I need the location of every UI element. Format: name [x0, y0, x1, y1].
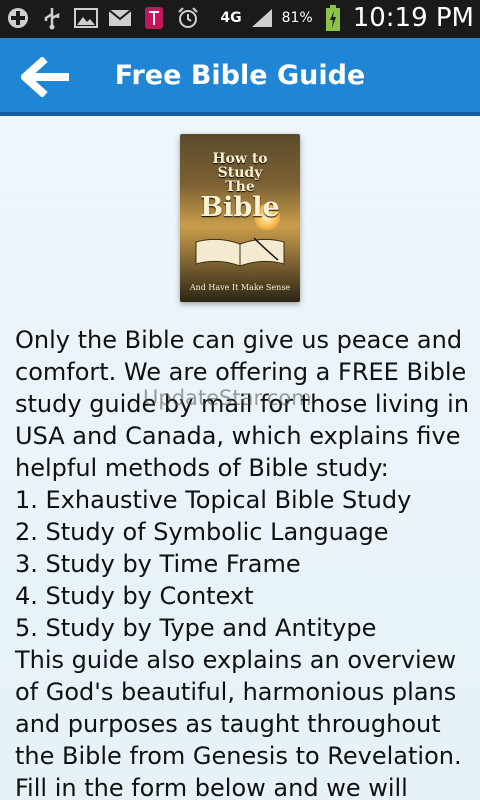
book-title-line-2: Study	[217, 165, 263, 181]
app-title: Free Bible Guide	[114, 59, 366, 91]
battery-percent: 81%	[281, 10, 313, 26]
clock: 10:19 PM	[352, 3, 474, 33]
network-type: 4G	[220, 10, 242, 26]
watermark: UpdateStar.com	[143, 386, 312, 410]
mail-icon	[108, 6, 132, 30]
book-subtitle: And Have It Make Sense	[189, 283, 291, 292]
book-title-line-4: Bible	[200, 192, 280, 223]
signal-icon	[250, 6, 274, 30]
book-title-line-1: How to	[212, 151, 268, 167]
battery-charging-icon	[321, 5, 345, 31]
app-bar: Free Bible Guide	[0, 38, 480, 116]
status-bar: 4G 81% 10:19 PM	[0, 0, 480, 38]
book-title: How to Study The Bible	[180, 152, 300, 222]
open-book-graphic	[195, 237, 285, 267]
add-icon	[6, 6, 30, 30]
t-mobile-icon	[142, 6, 166, 30]
usb-icon	[40, 6, 64, 30]
book-cover-image: How to Study The Bible And Have It Make …	[180, 134, 300, 302]
image-icon	[74, 6, 98, 30]
content: How to Study The Bible And Have It Make …	[0, 116, 480, 800]
alarm-icon	[176, 6, 200, 30]
